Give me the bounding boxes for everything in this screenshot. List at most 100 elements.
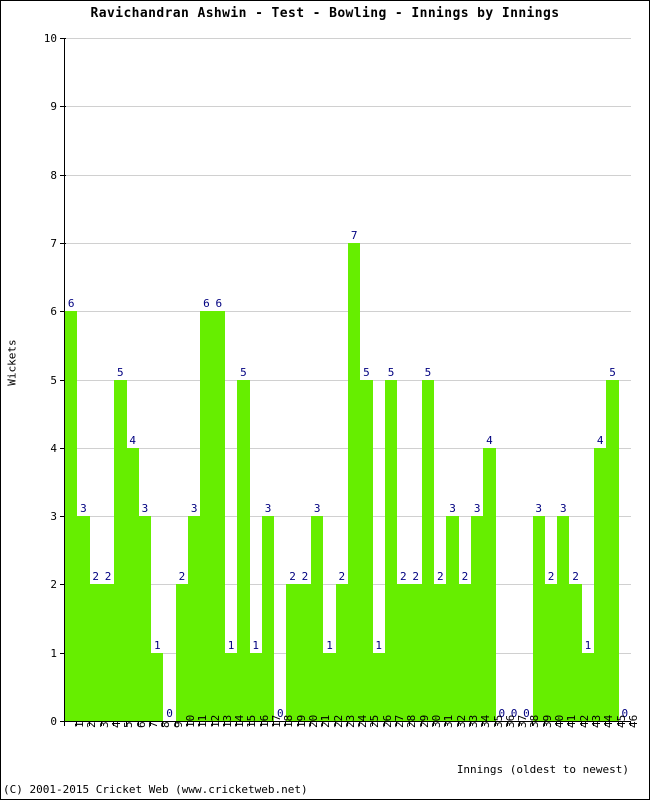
bar bbox=[114, 379, 127, 721]
y-axis-tick-label: 5 bbox=[50, 373, 57, 387]
bar bbox=[323, 652, 336, 721]
bar bbox=[569, 584, 582, 721]
x-axis-tick bbox=[236, 721, 237, 726]
x-axis-tick bbox=[150, 721, 151, 726]
bar bbox=[138, 516, 152, 721]
x-axis-tick bbox=[581, 721, 582, 726]
y-axis-tick-label: 4 bbox=[50, 441, 57, 455]
x-axis-tick bbox=[285, 721, 286, 726]
x-axis-tick bbox=[322, 721, 323, 726]
x-axis-tick bbox=[64, 721, 65, 726]
bar bbox=[126, 447, 139, 721]
bar bbox=[200, 311, 213, 721]
x-axis-tick bbox=[298, 721, 299, 726]
x-axis-tick bbox=[458, 721, 459, 726]
bar-value-label: 5 bbox=[240, 365, 247, 379]
bar bbox=[434, 584, 447, 721]
y-axis-tick-label: 9 bbox=[50, 100, 57, 114]
page-title: Ravichandran Ashwin - Test - Bowling - I… bbox=[90, 6, 560, 21]
x-axis-tick bbox=[445, 721, 446, 726]
bar bbox=[397, 584, 410, 721]
x-axis-title: Innings (oldest to newest) bbox=[456, 763, 629, 776]
bar-value-label: 4 bbox=[129, 433, 136, 447]
bar bbox=[65, 311, 78, 721]
y-axis-tick-label: 3 bbox=[50, 510, 57, 524]
bar bbox=[175, 584, 189, 721]
x-axis-tick bbox=[372, 721, 373, 726]
y-axis-tick-label: 2 bbox=[50, 578, 57, 592]
chart-page: Ravichandran Ashwin - Test - Bowling - I… bbox=[0, 0, 650, 800]
x-axis-tick bbox=[605, 721, 606, 726]
bar bbox=[532, 516, 545, 721]
bar-value-label: 3 bbox=[80, 502, 87, 516]
x-axis-tick bbox=[199, 721, 200, 726]
y-axis-tick-label: 6 bbox=[50, 305, 57, 319]
x-axis-tick bbox=[249, 721, 250, 726]
bar-value-label: 5 bbox=[117, 365, 124, 379]
bar bbox=[212, 311, 225, 721]
x-axis-tick bbox=[507, 721, 508, 726]
x-axis-tick bbox=[544, 721, 545, 726]
bar-value-label: 5 bbox=[609, 365, 616, 379]
x-axis-tick bbox=[482, 721, 483, 726]
bar-value-label: 3 bbox=[264, 502, 272, 516]
x-axis-tick bbox=[175, 721, 176, 726]
bar bbox=[311, 516, 324, 721]
bar bbox=[89, 584, 102, 721]
y-axis-tick-label: 10 bbox=[43, 32, 57, 45]
bar-value-label: 3 bbox=[313, 502, 321, 516]
x-axis-tick-label: 28 bbox=[405, 714, 419, 728]
x-axis-tick bbox=[273, 721, 274, 726]
y-axis-tick-label: 0 bbox=[50, 715, 57, 728]
bar-value-label: 3 bbox=[560, 502, 567, 516]
bar bbox=[249, 652, 262, 721]
x-axis-tick bbox=[335, 721, 336, 726]
x-axis-tick bbox=[568, 721, 569, 726]
x-axis-tick bbox=[212, 721, 213, 726]
x-axis-tick bbox=[76, 721, 77, 726]
bar bbox=[348, 242, 361, 721]
bar bbox=[421, 379, 435, 721]
x-axis-tick bbox=[532, 721, 533, 726]
bar-value-label: 1 bbox=[153, 638, 161, 652]
bar bbox=[458, 584, 472, 721]
bar bbox=[594, 447, 607, 721]
bar-value-label: 6 bbox=[67, 297, 75, 311]
bar bbox=[557, 516, 570, 721]
x-axis-tick bbox=[347, 721, 348, 726]
x-axis-tick bbox=[126, 721, 127, 726]
bar-value-label: 2 bbox=[572, 570, 579, 584]
bar-value-label: 5 bbox=[424, 365, 432, 379]
bar bbox=[298, 584, 312, 721]
x-axis-tick bbox=[593, 721, 594, 726]
bar bbox=[286, 584, 299, 721]
bar bbox=[335, 584, 348, 721]
bar bbox=[483, 447, 496, 721]
y-axis-tick-label: 8 bbox=[50, 168, 57, 182]
bar bbox=[360, 379, 373, 721]
bar-series: 6322543102366151302231275152252323400032… bbox=[65, 38, 631, 721]
x-axis-tick bbox=[187, 721, 188, 726]
bar bbox=[101, 584, 115, 721]
x-axis: Innings (oldest to newest) 1 2 3 4 5 6 7 8 9 10 11… bbox=[64, 715, 640, 776]
x-axis-tick bbox=[396, 721, 397, 726]
y-axis-title: Wickets bbox=[5, 339, 19, 386]
bar bbox=[606, 379, 619, 721]
x-axis-tick bbox=[630, 721, 631, 726]
x-axis-tick bbox=[162, 721, 163, 726]
bar-value-label: 3 bbox=[535, 502, 543, 516]
bar-value-label: 5 bbox=[363, 365, 370, 379]
x-axis-tick bbox=[384, 721, 385, 726]
x-axis-tick bbox=[618, 721, 619, 726]
x-axis-tick bbox=[261, 721, 262, 726]
bar-value-label: 6 bbox=[215, 297, 223, 311]
bar bbox=[188, 516, 201, 721]
bar-value-label: 5 bbox=[387, 365, 395, 379]
bar bbox=[372, 652, 385, 721]
bar bbox=[409, 584, 422, 721]
bar-value-label: 7 bbox=[350, 228, 358, 242]
x-axis-tick bbox=[310, 721, 311, 726]
bar bbox=[237, 379, 250, 721]
x-axis-tick bbox=[409, 721, 410, 726]
bar-value-label: 4 bbox=[486, 433, 493, 447]
